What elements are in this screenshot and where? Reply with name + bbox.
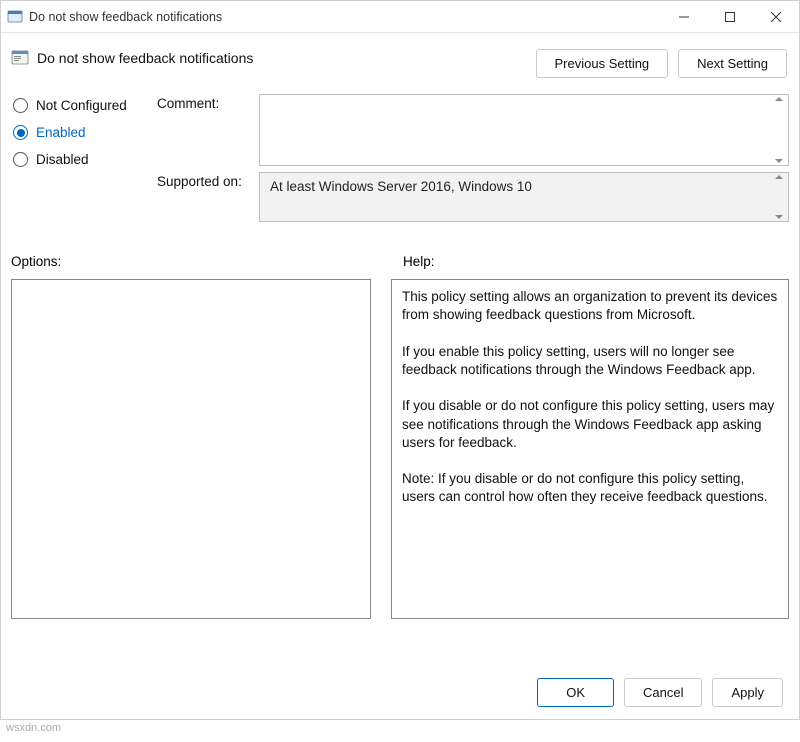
window-title: Do not show feedback notifications bbox=[29, 10, 661, 24]
radio-icon bbox=[13, 98, 28, 113]
supported-on-label: Supported on: bbox=[157, 172, 253, 189]
section-labels: Options: Help: bbox=[11, 254, 789, 269]
scroll-up-icon[interactable] bbox=[772, 97, 786, 101]
options-pane[interactable] bbox=[11, 279, 371, 619]
state-radio-group: Not Configured Enabled Disabled bbox=[11, 94, 151, 167]
options-section-label: Options: bbox=[11, 254, 383, 269]
help-text: This policy setting allows an organizati… bbox=[402, 289, 781, 504]
titlebar: Do not show feedback notifications bbox=[1, 1, 799, 33]
panes-row: This policy setting allows an organizati… bbox=[11, 279, 789, 664]
radio-disabled[interactable]: Disabled bbox=[13, 152, 151, 167]
radio-not-configured[interactable]: Not Configured bbox=[13, 98, 151, 113]
radio-label: Disabled bbox=[36, 152, 89, 167]
window-controls bbox=[661, 1, 799, 33]
radio-label: Enabled bbox=[36, 125, 86, 140]
policy-header: Do not show feedback notifications Previ… bbox=[11, 43, 789, 88]
cancel-button[interactable]: Cancel bbox=[624, 678, 702, 707]
next-setting-button[interactable]: Next Setting bbox=[678, 49, 787, 78]
policy-config-area: Not Configured Enabled Disabled Comment:… bbox=[11, 94, 789, 228]
minimize-button[interactable] bbox=[661, 1, 707, 33]
comment-label: Comment: bbox=[157, 94, 253, 111]
help-pane[interactable]: This policy setting allows an organizati… bbox=[391, 279, 789, 619]
supported-on-box: At least Windows Server 2016, Windows 10 bbox=[259, 172, 789, 222]
scroll-down-icon[interactable] bbox=[772, 159, 786, 163]
help-section-label: Help: bbox=[403, 254, 789, 269]
watermark-text: wsxdn.com bbox=[6, 722, 61, 734]
radio-label: Not Configured bbox=[36, 98, 127, 113]
radio-enabled[interactable]: Enabled bbox=[13, 125, 151, 140]
dialog-footer: OK Cancel Apply bbox=[11, 664, 789, 719]
supported-on-value: At least Windows Server 2016, Windows 10 bbox=[270, 179, 532, 194]
policy-icon bbox=[11, 49, 29, 67]
window-icon bbox=[7, 9, 23, 25]
apply-button[interactable]: Apply bbox=[712, 678, 783, 707]
scroll-up-icon[interactable] bbox=[772, 175, 786, 179]
comment-input[interactable] bbox=[259, 94, 789, 166]
policy-title: Do not show feedback notifications bbox=[37, 50, 253, 66]
ok-button[interactable]: OK bbox=[537, 678, 614, 707]
dialog-content: Do not show feedback notifications Previ… bbox=[1, 33, 799, 719]
radio-icon bbox=[13, 125, 28, 140]
close-button[interactable] bbox=[753, 1, 799, 33]
policy-dialog: Do not show feedback notifications bbox=[0, 0, 800, 720]
previous-setting-button[interactable]: Previous Setting bbox=[536, 49, 669, 78]
maximize-button[interactable] bbox=[707, 1, 753, 33]
radio-icon bbox=[13, 152, 28, 167]
scroll-down-icon[interactable] bbox=[772, 215, 786, 219]
